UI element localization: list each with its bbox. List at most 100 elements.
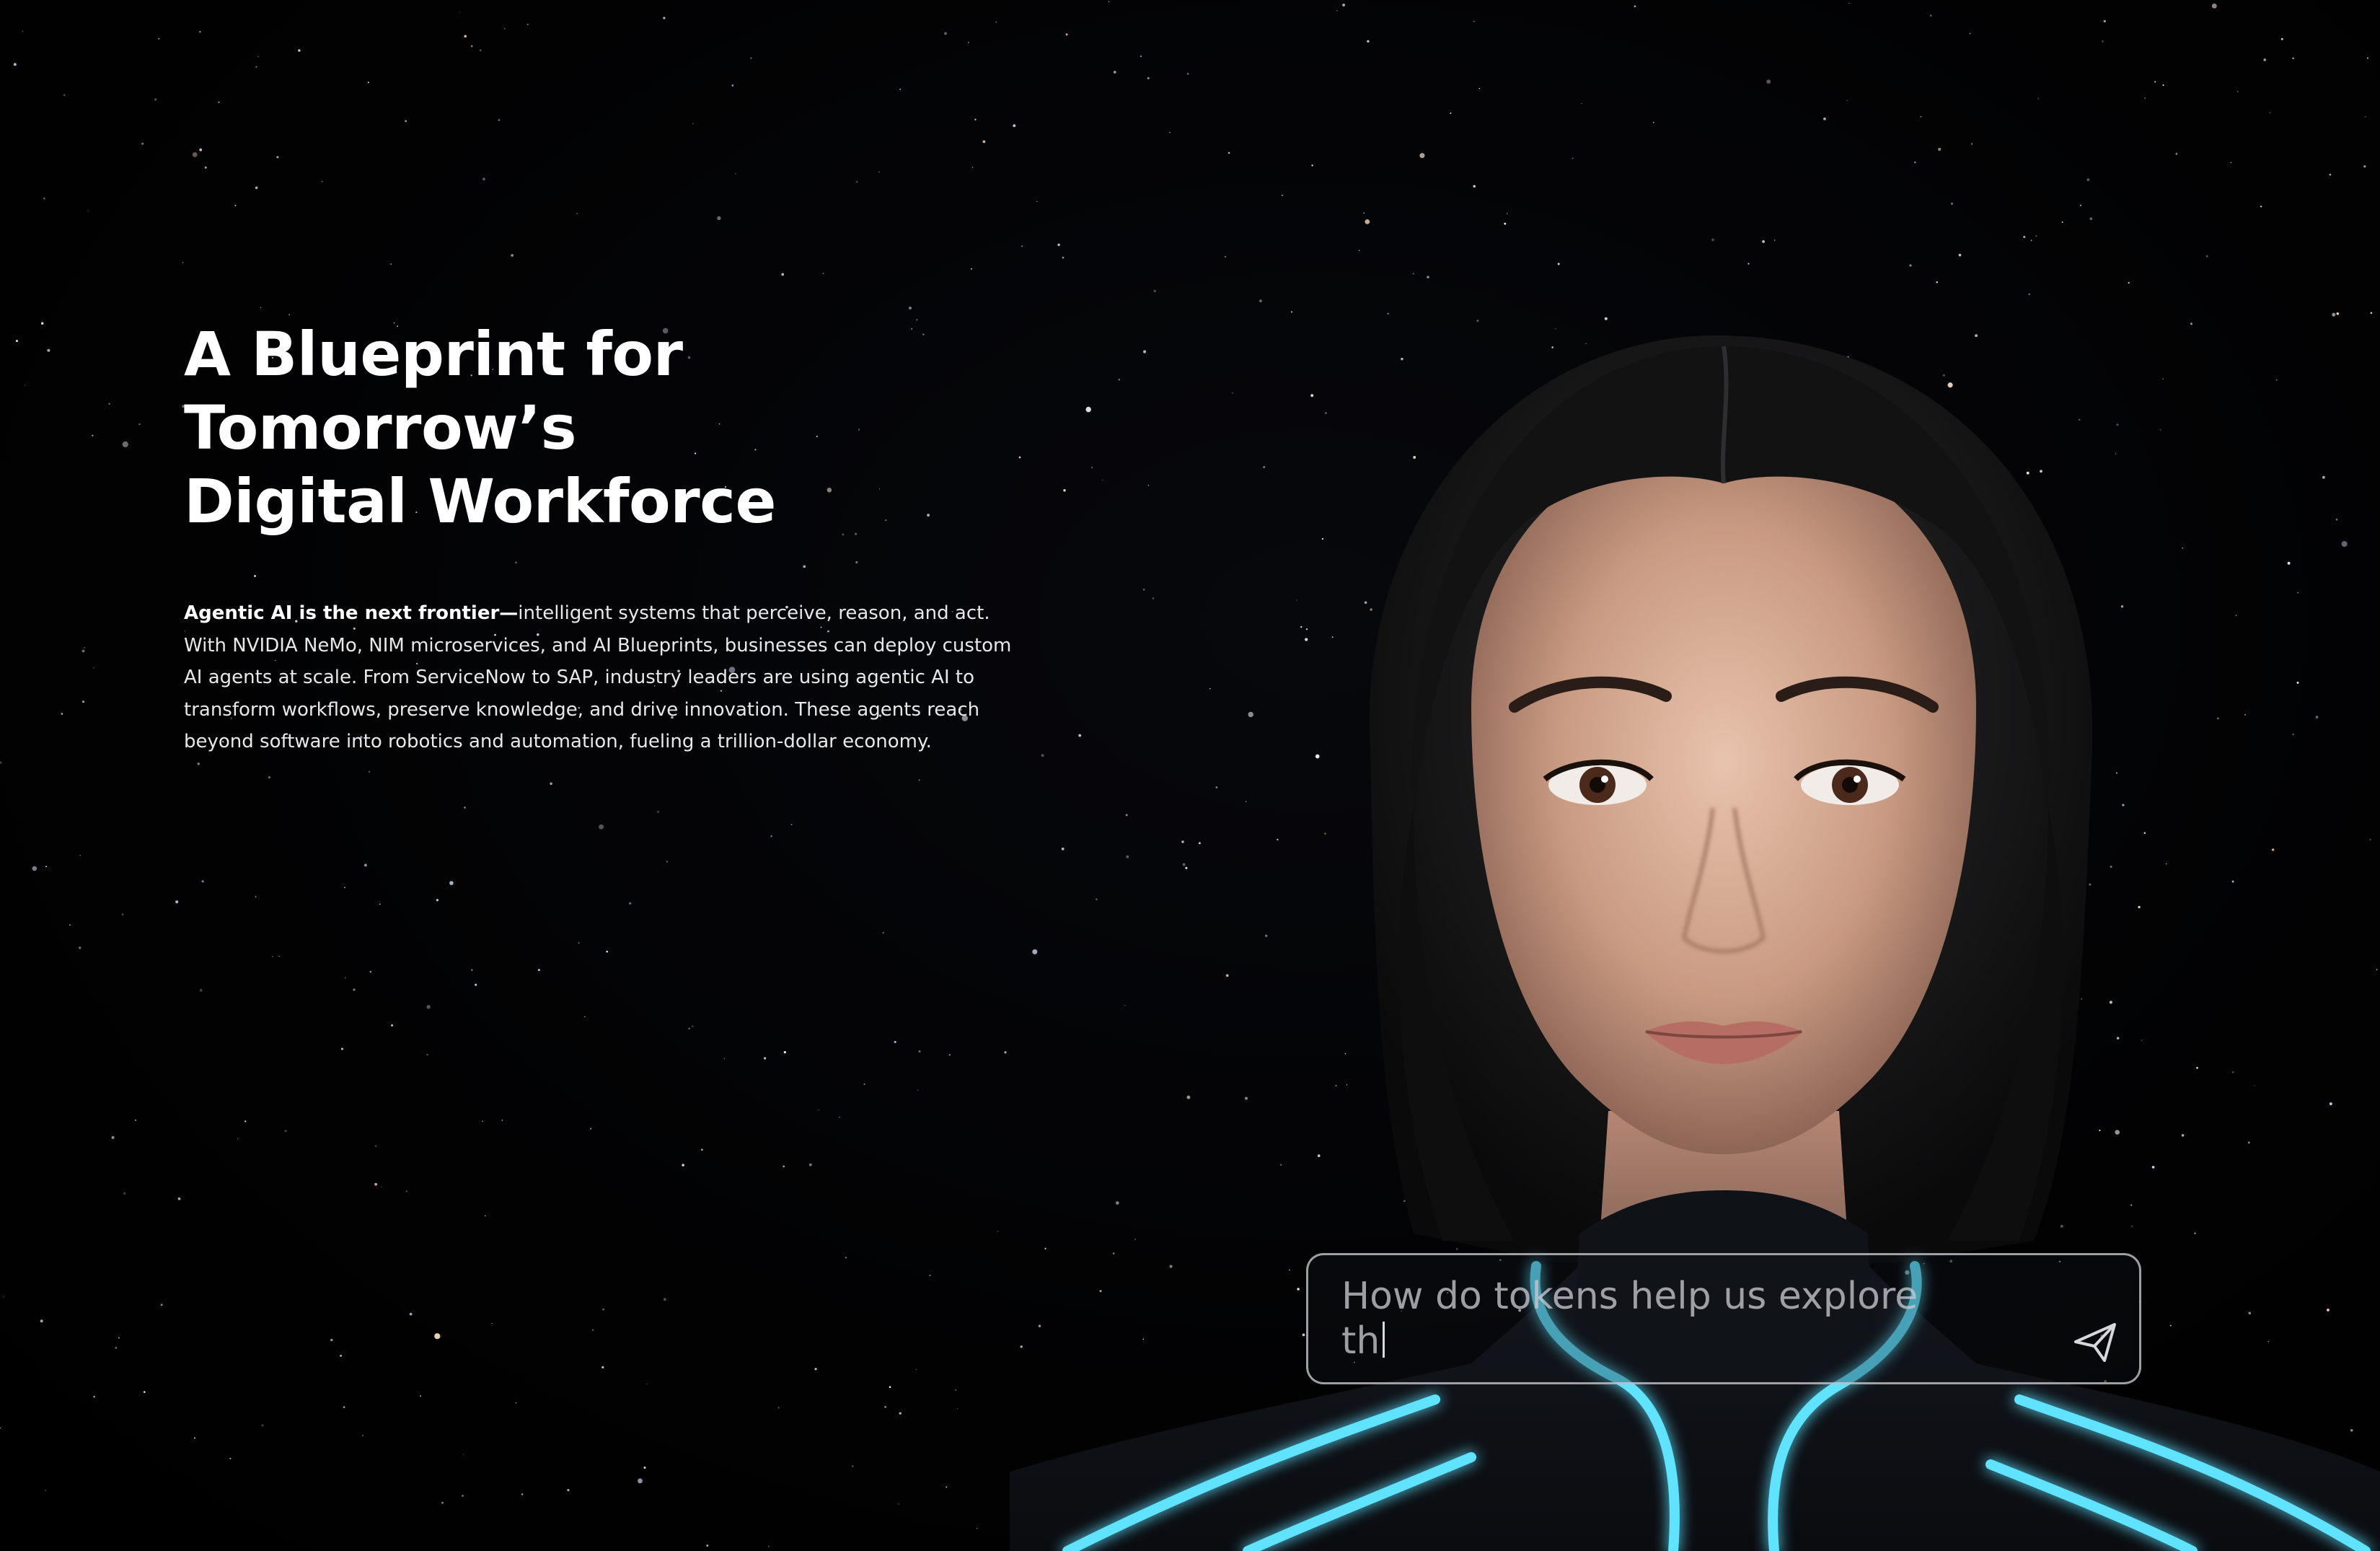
star: [1311, 164, 1313, 167]
star: [1342, 4, 1345, 6]
star: [135, 1119, 136, 1121]
star: [717, 216, 721, 221]
star: [706, 1545, 709, 1547]
star: [894, 1040, 896, 1043]
star: [822, 273, 824, 274]
star: [1929, 14, 1932, 17]
star: [909, 307, 912, 309]
star: [237, 1138, 239, 1139]
chat-input-line-1: How do tokens help us explore: [1341, 1275, 1918, 1318]
description-lead: Agentic AI is the next frontier—: [184, 602, 519, 624]
star: [261, 1424, 264, 1427]
star: [471, 969, 473, 971]
send-button[interactable]: [2071, 1319, 2119, 1366]
star: [2280, 38, 2283, 40]
star: [777, 1407, 780, 1409]
star: [284, 1130, 287, 1133]
star: [1140, 55, 1142, 58]
star: [15, 340, 18, 343]
star: [1581, 102, 1582, 105]
star: [1848, 2, 1850, 4]
star: [1473, 185, 1476, 188]
star: [918, 779, 920, 781]
star: [368, 770, 371, 773]
star: [182, 262, 184, 263]
star: [781, 273, 785, 276]
hero-description: Agentic AI is the next frontier—intellig…: [184, 597, 1035, 758]
star: [1186, 73, 1189, 75]
star: [81, 649, 85, 653]
star: [482, 177, 485, 181]
star: [735, 173, 736, 175]
star: [122, 441, 128, 448]
star: [369, 970, 372, 973]
headline-line-1: A Blueprint for Tomorrow’s: [184, 319, 683, 463]
star: [298, 49, 301, 52]
chat-input-box[interactable]: How do tokens help us explore th: [1306, 1253, 2141, 1384]
star: [2144, 97, 2146, 100]
hero-section: A Blueprint for Tomorrow’s Digital Workf…: [184, 317, 1035, 758]
star: [121, 913, 124, 915]
star: [790, 824, 793, 826]
chat-input-line-2: th: [1341, 1319, 1947, 1363]
star: [441, 1501, 444, 1504]
star: [362, 1435, 363, 1436]
star: [344, 977, 347, 979]
star: [47, 348, 50, 352]
star: [1004, 1051, 1007, 1054]
star: [462, 1495, 464, 1497]
star: [1846, 100, 1848, 101]
star: [464, 807, 466, 809]
star: [78, 946, 81, 949]
star: [45, 866, 48, 868]
star: [255, 66, 257, 68]
star: [2366, 57, 2368, 59]
chat-input[interactable]: How do tokens help us explore th: [1341, 1274, 1947, 1363]
star: [1065, 33, 1068, 36]
star: [276, 156, 279, 159]
star: [143, 1391, 146, 1393]
star: [479, 49, 482, 52]
star: [606, 950, 609, 953]
star: [682, 1164, 684, 1166]
star: [194, 1437, 195, 1439]
star: [1572, 157, 1574, 159]
star: [997, 1231, 999, 1232]
star: [340, 1355, 342, 1357]
star: [485, 1215, 486, 1217]
star: [767, 1545, 770, 1547]
star: [1281, 194, 1283, 196]
star: [69, 924, 71, 926]
star: [1365, 219, 1370, 224]
star: [272, 956, 273, 957]
star: [567, 1489, 570, 1492]
star: [255, 896, 257, 897]
star: [268, 776, 271, 779]
star: [123, 1192, 126, 1195]
star: [255, 186, 258, 190]
star: [43, 197, 45, 200]
star: [515, 1402, 517, 1404]
star: [643, 1467, 646, 1469]
description-line-3: AI agents at scale. From ServiceNow to S…: [184, 667, 974, 688]
star: [1936, 281, 1938, 284]
star: [2237, 91, 2239, 92]
text-caret: [1383, 1322, 1385, 1358]
star: [584, 1016, 586, 1018]
star: [405, 1190, 407, 1192]
star: [2263, 58, 2266, 61]
star: [1652, 121, 1654, 123]
star: [1367, 40, 1370, 43]
star: [93, 1395, 95, 1398]
star: [995, 21, 997, 23]
star: [511, 254, 514, 257]
star: [160, 1304, 163, 1306]
star: [0, 1427, 1, 1429]
star: [367, 82, 370, 84]
star: [856, 181, 858, 183]
star: [666, 861, 669, 863]
star: [1427, 276, 1429, 278]
star: [405, 120, 407, 123]
star: [957, 1407, 958, 1410]
star: [576, 213, 578, 215]
